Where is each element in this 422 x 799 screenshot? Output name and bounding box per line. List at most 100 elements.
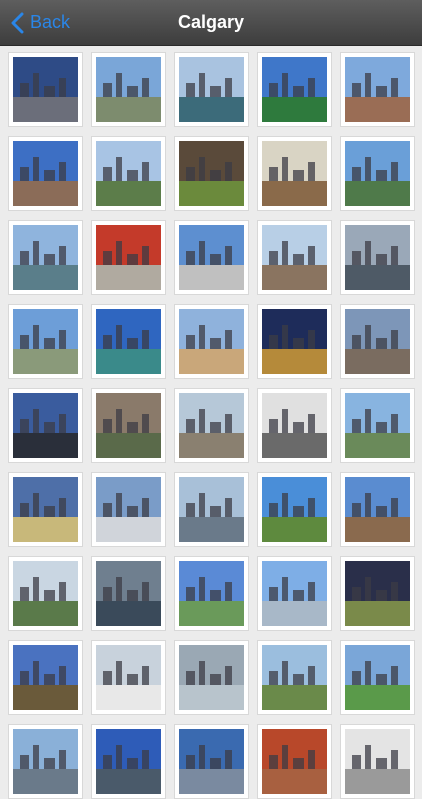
photo-image xyxy=(179,57,244,122)
photo-ground-shape xyxy=(96,685,161,710)
photo-thumbnail[interactable] xyxy=(8,556,83,631)
photo-image xyxy=(96,141,161,206)
photo-thumbnail[interactable] xyxy=(340,724,415,799)
photo-image xyxy=(262,225,327,290)
photo-thumbnail[interactable] xyxy=(174,52,249,127)
photo-image xyxy=(262,645,327,710)
photo-thumbnail[interactable] xyxy=(91,136,166,211)
photo-ground-shape xyxy=(345,349,410,374)
photo-thumbnail[interactable] xyxy=(257,136,332,211)
photo-ground-shape xyxy=(179,265,244,290)
page-title: Calgary xyxy=(177,12,245,32)
photo-thumbnail[interactable] xyxy=(174,556,249,631)
photo-thumbnail[interactable] xyxy=(174,472,249,547)
photo-image xyxy=(345,309,410,374)
photo-thumbnail[interactable] xyxy=(8,220,83,295)
photo-thumbnail[interactable] xyxy=(257,52,332,127)
photo-image xyxy=(345,477,410,542)
photo-image xyxy=(96,729,161,794)
photo-ground-shape xyxy=(345,685,410,710)
photo-thumbnail[interactable] xyxy=(340,388,415,463)
photo-thumbnail[interactable] xyxy=(257,472,332,547)
photo-ground-shape xyxy=(13,517,78,542)
photo-thumbnail[interactable] xyxy=(174,724,249,799)
photo-thumbnail[interactable] xyxy=(91,472,166,547)
photo-thumbnail[interactable] xyxy=(340,472,415,547)
photo-thumbnail[interactable] xyxy=(340,556,415,631)
photo-ground-shape xyxy=(179,517,244,542)
photo-thumbnail[interactable] xyxy=(340,220,415,295)
photo-thumbnail[interactable] xyxy=(8,724,83,799)
photo-thumbnail[interactable] xyxy=(257,304,332,379)
photo-thumbnail[interactable] xyxy=(8,136,83,211)
photo-thumbnail[interactable] xyxy=(91,640,166,715)
photo-thumbnail[interactable] xyxy=(257,388,332,463)
photo-ground-shape xyxy=(345,769,410,794)
photo-thumbnail[interactable] xyxy=(174,640,249,715)
photo-image xyxy=(262,309,327,374)
photo-ground-shape xyxy=(96,97,161,122)
photo-image xyxy=(96,225,161,290)
photo-image xyxy=(13,225,78,290)
photo-image xyxy=(13,309,78,374)
photo-image xyxy=(13,645,78,710)
photo-ground-shape xyxy=(262,181,327,206)
photo-thumbnail[interactable] xyxy=(8,52,83,127)
navigation-bar: Back Calgary xyxy=(0,0,422,46)
photo-thumbnail[interactable] xyxy=(257,640,332,715)
photo-thumbnail[interactable] xyxy=(8,472,83,547)
photo-image xyxy=(96,57,161,122)
photo-ground-shape xyxy=(345,601,410,626)
photo-ground-shape xyxy=(179,601,244,626)
photo-thumbnail[interactable] xyxy=(340,304,415,379)
photo-ground-shape xyxy=(345,433,410,458)
photo-image xyxy=(345,141,410,206)
photo-image xyxy=(345,225,410,290)
photo-ground-shape xyxy=(262,349,327,374)
photo-image xyxy=(179,645,244,710)
photo-image xyxy=(262,141,327,206)
photo-thumbnail[interactable] xyxy=(91,220,166,295)
photo-ground-shape xyxy=(13,349,78,374)
photo-image xyxy=(345,729,410,794)
photo-image xyxy=(345,393,410,458)
photo-thumbnail[interactable] xyxy=(91,724,166,799)
photo-ground-shape xyxy=(262,769,327,794)
photo-thumbnail[interactable] xyxy=(91,52,166,127)
photo-thumbnail[interactable] xyxy=(340,52,415,127)
photo-image xyxy=(179,141,244,206)
photo-thumbnail[interactable] xyxy=(91,556,166,631)
photo-image xyxy=(96,393,161,458)
photo-ground-shape xyxy=(96,517,161,542)
photo-ground-shape xyxy=(262,433,327,458)
photo-ground-shape xyxy=(345,265,410,290)
photo-thumbnail[interactable] xyxy=(340,640,415,715)
photo-ground-shape xyxy=(179,769,244,794)
photo-thumbnail[interactable] xyxy=(91,388,166,463)
photo-ground-shape xyxy=(179,97,244,122)
photo-thumbnail[interactable] xyxy=(174,136,249,211)
photo-ground-shape xyxy=(96,265,161,290)
photo-thumbnail[interactable] xyxy=(174,388,249,463)
photo-image xyxy=(179,309,244,374)
photo-thumbnail[interactable] xyxy=(257,220,332,295)
photo-ground-shape xyxy=(345,97,410,122)
photo-image xyxy=(179,225,244,290)
photo-image xyxy=(13,561,78,626)
photo-thumbnail[interactable] xyxy=(91,304,166,379)
photo-image xyxy=(13,729,78,794)
photo-image xyxy=(262,393,327,458)
photo-ground-shape xyxy=(179,685,244,710)
photo-thumbnail[interactable] xyxy=(174,220,249,295)
photo-thumbnail[interactable] xyxy=(340,136,415,211)
photo-thumbnail[interactable] xyxy=(174,304,249,379)
photo-thumbnail[interactable] xyxy=(8,388,83,463)
photo-thumbnail[interactable] xyxy=(8,640,83,715)
photo-thumbnail[interactable] xyxy=(257,556,332,631)
photo-image xyxy=(345,561,410,626)
photo-image xyxy=(179,477,244,542)
photo-thumbnail[interactable] xyxy=(257,724,332,799)
photo-ground-shape xyxy=(13,181,78,206)
photo-thumbnail[interactable] xyxy=(8,304,83,379)
photo-ground-shape xyxy=(345,181,410,206)
